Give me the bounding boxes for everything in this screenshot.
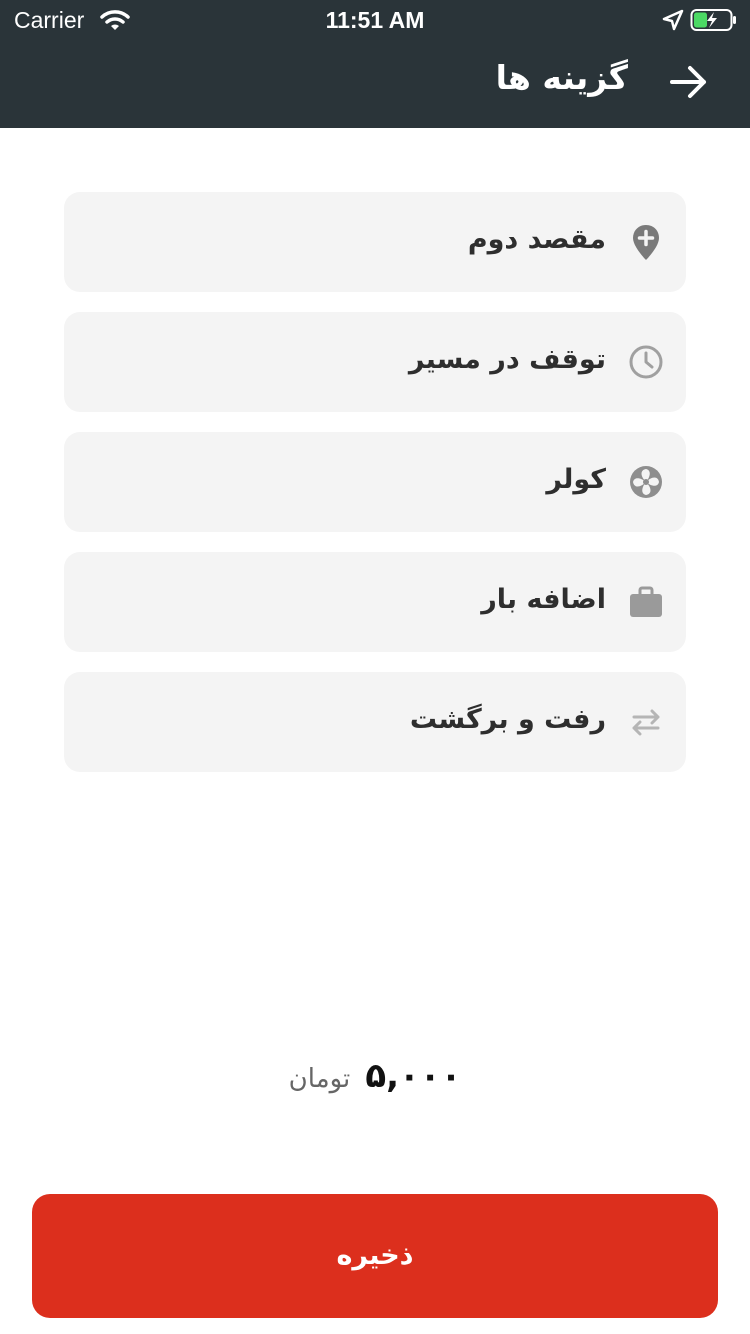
app-header: Carrier 11:51 AM گزینه ها: [0, 0, 750, 128]
option-label: مقصد دوم: [467, 224, 606, 255]
option-round-trip[interactable]: رفت و برگشت: [64, 672, 686, 772]
options-list: مقصد دوم توقف در مسیر کولر اضافه بار رفت…: [64, 192, 686, 792]
price-currency: تومان: [288, 1064, 351, 1094]
page-title: گزینه ها: [495, 58, 628, 97]
clock-icon: [626, 342, 666, 382]
price-display: ۵,۰۰۰ تومان: [0, 1056, 750, 1096]
swap-arrows-icon: [626, 702, 666, 742]
price-amount: ۵,۰۰۰: [365, 1056, 462, 1096]
option-stop-on-route[interactable]: توقف در مسیر: [64, 312, 686, 412]
location-plus-icon: [626, 222, 666, 262]
option-extra-luggage[interactable]: اضافه بار: [64, 552, 686, 652]
location-arrow-icon: [662, 9, 684, 37]
back-arrow-icon[interactable]: [666, 60, 710, 104]
battery-icon: [690, 8, 738, 38]
fan-icon: [626, 462, 666, 502]
save-button[interactable]: ذخیره: [32, 1194, 718, 1318]
status-time: 11:51 AM: [325, 7, 425, 33]
option-label: اضافه بار: [481, 584, 606, 615]
option-label: رفت و برگشت: [409, 704, 606, 735]
status-bar: Carrier 11:51 AM: [0, 0, 750, 40]
option-second-destination[interactable]: مقصد دوم: [64, 192, 686, 292]
option-air-conditioner[interactable]: کولر: [64, 432, 686, 532]
option-label: کولر: [546, 464, 606, 495]
briefcase-icon: [626, 582, 666, 622]
option-label: توقف در مسیر: [408, 344, 606, 375]
